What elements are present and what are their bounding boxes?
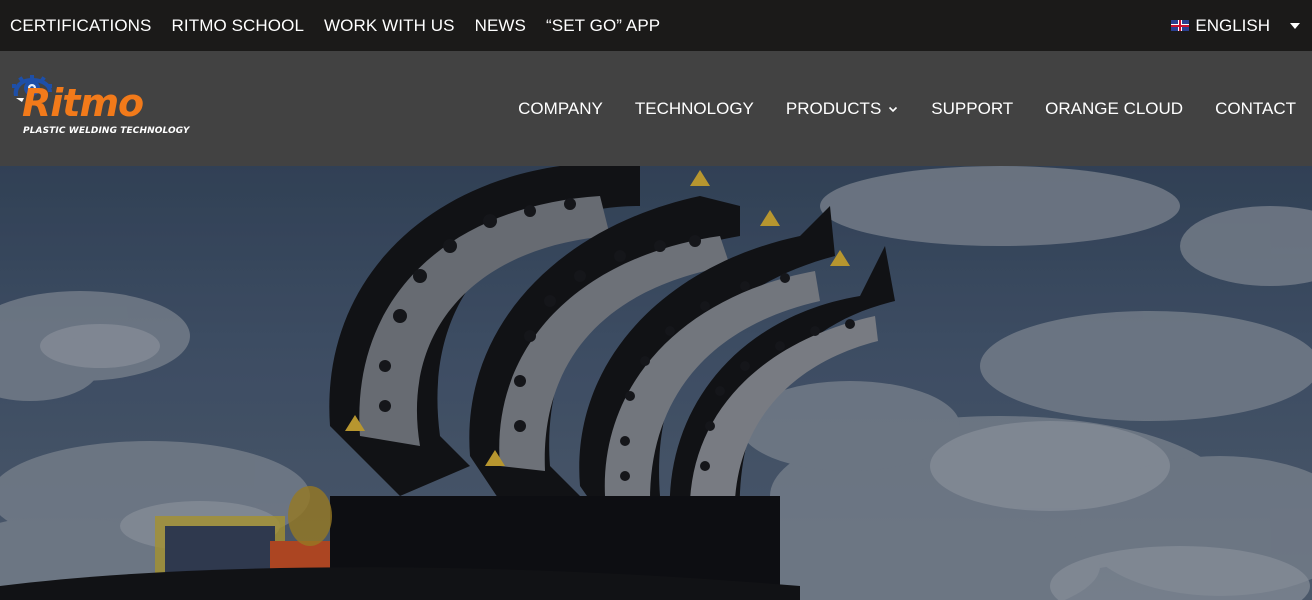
top-link-work-with-us[interactable]: WORK WITH US [324,16,455,36]
top-link-news[interactable]: NEWS [475,16,526,36]
top-link-certifications[interactable]: CERTIFICATIONS [10,16,152,36]
main-nav: COMPANY TECHNOLOGY PRODUCTS SUPPORT ORAN… [518,99,1296,119]
nav-orange-cloud[interactable]: ORANGE CLOUD [1045,99,1183,119]
nav-contact[interactable]: CONTACT [1215,99,1296,119]
ritmo-logo[interactable]: Ritmo PLASTIC WELDING TECHNOLOGY [10,74,189,144]
logo-tagline: PLASTIC WELDING TECHNOLOGY [23,125,190,136]
nav-products[interactable]: PRODUCTS [786,99,899,119]
hero-dark-overlay [0,166,1312,600]
top-nav: CERTIFICATIONS RITMO SCHOOL WORK WITH US… [10,16,660,36]
nav-support[interactable]: SUPPORT [931,99,1013,119]
nav-technology[interactable]: TECHNOLOGY [635,99,754,119]
language-selector[interactable]: ENGLISH [1171,16,1300,36]
caret-down-icon [1290,22,1300,29]
uk-flag-icon [1171,20,1190,31]
main-header: Ritmo PLASTIC WELDING TECHNOLOGY COMPANY… [0,51,1312,166]
nav-products-label: PRODUCTS [785,98,882,118]
chevron-down-icon [889,106,898,112]
logo-wordmark: Ritmo [22,80,144,125]
top-link-ritmo-school[interactable]: RITMO SCHOOL [172,16,305,36]
language-label: ENGLISH [1195,15,1270,35]
top-link-set-go-app[interactable]: “SET GO” APP [546,16,660,36]
top-utility-bar: CERTIFICATIONS RITMO SCHOOL WORK WITH US… [0,0,1312,51]
nav-company[interactable]: COMPANY [518,99,603,119]
hero-image [0,166,1312,600]
